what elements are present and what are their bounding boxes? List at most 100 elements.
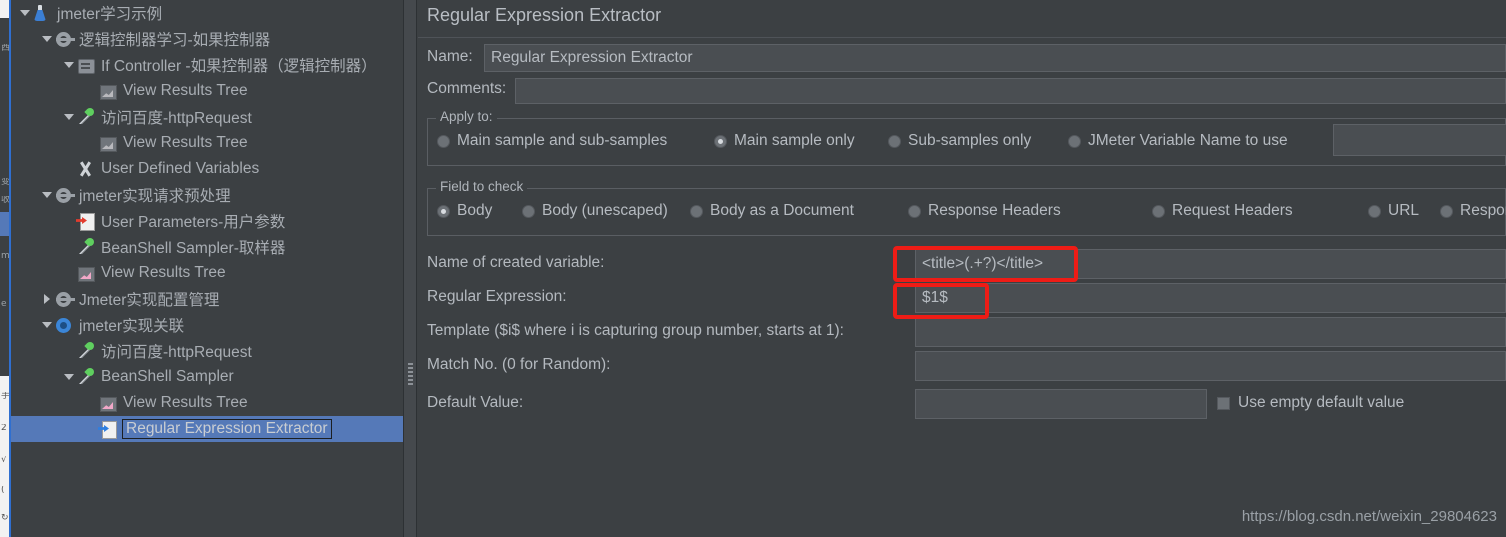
tree-node[interactable]: jmeter实现关联 [41,312,184,338]
chevron-down-icon[interactable] [63,364,76,390]
background-window-sliver: 西 变 收 m e 手 2 √ ( ↻ [0,0,11,537]
tree-node[interactable]: BeanShell Sampler [63,364,234,390]
tree-node[interactable]: BeanShell Sampler-取样器 [63,234,285,260]
name-row: Name: Regular Expression Extractor [427,44,1506,72]
checkbox-label: Use empty default value [1238,394,1405,411]
gear-blue-icon [54,315,74,335]
tree-node[interactable]: View Results Tree [85,78,248,104]
apply-to-group: Apply to: Main sample and sub-samples Mai… [427,109,1506,166]
apply-to-radio[interactable]: JMeter Variable Name to use [1068,132,1288,150]
chevron-down-icon[interactable] [63,104,76,130]
name-input[interactable]: Regular Expression Extractor [484,44,1506,72]
radio-button-icon[interactable] [888,134,901,148]
radio-button-icon[interactable] [908,204,921,218]
radio-button-icon[interactable] [1368,204,1381,218]
radio-button-icon[interactable] [437,204,450,218]
field-input[interactable] [915,351,1506,381]
apply-to-group-title: Apply to: [436,109,497,124]
apply-to-radio[interactable]: Main sample only [714,132,855,150]
tree-node[interactable]: If Controller -如果控制器（逻辑控制器） [63,52,377,78]
tree-node-label: BeanShell Sampler-取样器 [101,240,286,257]
chevron-down-icon[interactable] [19,0,32,26]
radio-button-icon[interactable] [1440,204,1453,218]
watermark-text: https://blog.csdn.net/weixin_29804623 [1241,508,1497,525]
chevron-down-icon[interactable] [41,312,54,338]
tree-node[interactable]: User Defined Variables [63,156,259,182]
tree-node-label: 访问百度-httpRequest [101,344,252,361]
form-row: Match No. (0 for Random): [427,351,1506,381]
form-row: Template ($i$ where i is capturing group… [427,317,1506,347]
radio-button-icon[interactable] [1068,134,1081,148]
chevron-down-icon[interactable] [63,52,76,78]
flask-icon [32,3,52,23]
field-to-check-radio[interactable]: Body (unescaped) [522,202,668,220]
field-input[interactable]: <title>(.+?)</title> [915,249,1506,279]
apply-to-radio[interactable]: Sub-samples only [888,132,1031,150]
tree-node[interactable]: 逻辑控制器学习-如果控制器 [41,26,270,52]
radio-label: Sub-samples only [908,132,1032,149]
field-input[interactable] [915,317,1506,347]
field-to-check-radio[interactable]: Response Code [1440,202,1506,220]
tree-node-label: View Results Tree [123,134,248,151]
radio-button-icon[interactable] [690,204,703,218]
field-to-check-radio[interactable]: Response Headers [908,202,1061,220]
splitter-grip-icon[interactable] [408,363,413,387]
tree-node-label: jmeter学习示例 [57,6,163,23]
pipette-icon [76,341,96,361]
chevron-right-icon[interactable] [41,286,54,312]
form-row: Regular Expression: $1$ [427,283,1506,313]
tree-node[interactable]: jmeter实现请求预处理 [41,182,231,208]
radio-label: Main sample only [734,132,855,149]
field-to-check-radio[interactable]: URL [1368,202,1419,220]
tree-node[interactable]: jmeter学习示例 [19,0,162,26]
form-row: Name of created variable: <title>(.+?)</t… [427,249,1506,279]
panel-splitter[interactable] [403,0,417,537]
jmeter-variable-name-input[interactable] [1333,124,1506,156]
radio-label: Main sample and sub-samples [457,132,668,149]
gear-icon [54,289,75,309]
radio-label: Body [457,202,493,219]
apply-to-radio[interactable]: Main sample and sub-samples [437,132,667,150]
pipette-icon [76,107,96,127]
comments-input[interactable] [515,78,1506,104]
radio-button-icon[interactable] [1152,204,1165,218]
field-input[interactable]: $1$ [915,283,1506,313]
radio-button-icon[interactable] [714,134,727,148]
name-label: Name: [427,48,473,65]
test-plan-tree[interactable]: jmeter学习示例逻辑控制器学习-如果控制器 If Controller -如果… [11,0,403,537]
tree-node-label: If Controller -如果控制器（逻辑控制器） [101,58,377,75]
tree-node[interactable]: View Results Tree [63,260,226,286]
chevron-down-icon[interactable] [41,182,54,208]
use-empty-default-value-checkbox[interactable]: Use empty default value [1217,394,1404,412]
field-to-check-radio[interactable]: Body as a Document [690,202,854,220]
tree-node[interactable]: 访问百度-httpRequest [63,104,252,130]
radio-button-icon[interactable] [437,134,450,148]
tree-node[interactable]: User Parameters-用户参数 [63,208,285,234]
radio-label: URL [1388,202,1420,219]
field-to-check-radio[interactable]: Body [437,202,492,220]
jmeter-window: 西 变 收 m e 手 2 √ ( ↻ jmeter学习示例逻辑控制器学习-如果… [0,0,1506,537]
page-red-arrow-icon [76,211,96,231]
tree-node[interactable]: View Results Tree [85,390,248,416]
checkbox-icon[interactable] [1217,396,1230,410]
field-label: Regular Expression: [427,288,567,305]
pipette-icon [76,237,96,257]
field-label: Template ($i$ where i is capturing group… [427,322,844,339]
gear-icon [54,185,75,205]
field-input[interactable] [915,389,1207,419]
field-to-check-radio[interactable]: Request Headers [1152,202,1293,220]
tree-node[interactable]: View Results Tree [85,130,248,156]
tree-node[interactable]: 访问百度-httpRequest [63,338,252,364]
chevron-down-icon[interactable] [41,26,54,52]
if-controller-icon [76,55,96,75]
radio-button-icon[interactable] [522,204,535,218]
tree-node[interactable]: Regular Expression Extractor [11,416,403,442]
tree-node[interactable]: Jmeter实现配置管理 [41,286,219,312]
